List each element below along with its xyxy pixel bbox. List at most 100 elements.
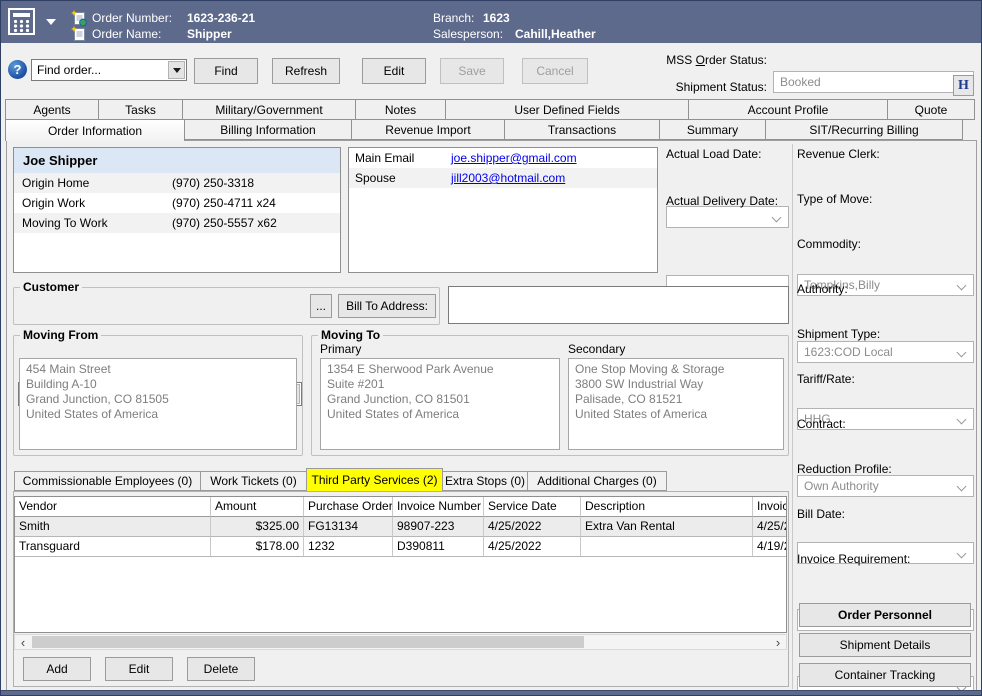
cell-invoice: 4/19/2022 xyxy=(753,537,786,557)
tab-transactions[interactable]: Transactions xyxy=(504,119,660,140)
phone-row[interactable]: Moving To Work (970) 250-5557 x62 xyxy=(14,213,340,233)
help-icon[interactable]: ? xyxy=(8,60,27,79)
contact-name: Joe Shipper xyxy=(14,148,340,173)
scrollbar-thumb[interactable] xyxy=(32,636,584,648)
shipment-status-label: Shipment Status: xyxy=(601,80,767,94)
type-of-move-label: Type of Move: xyxy=(797,192,872,206)
mss-order-status-combo[interactable]: Booked xyxy=(773,71,974,93)
moving-from-group: Moving From 454 Main Street Building A-1… xyxy=(13,335,303,456)
window-bottom-frame xyxy=(1,690,981,695)
tab-summary[interactable]: Summary xyxy=(659,119,766,140)
table-header-row[interactable]: Vendor Amount Purchase Order Invoice Num… xyxy=(15,497,786,517)
delete-button[interactable]: Delete xyxy=(187,657,255,681)
subtab-third-party-services[interactable]: Third Party Services (2) xyxy=(306,468,443,491)
subtab-extra-stops[interactable]: Extra Stops (0) xyxy=(442,471,528,491)
phone-label: Origin Work xyxy=(14,196,172,210)
moving-to-primary-address[interactable]: 1354 E Sherwood Park Avenue Suite #201 G… xyxy=(320,358,560,450)
customer-group-legend: Customer xyxy=(20,280,82,294)
chevron-down-icon xyxy=(957,348,967,358)
moving-to-secondary-label: Secondary xyxy=(568,342,625,356)
app-menu-caret-icon[interactable] xyxy=(46,19,56,25)
add-button[interactable]: Add xyxy=(23,657,91,681)
actual-delivery-date-label: Actual Delivery Date: xyxy=(666,194,778,208)
column-header[interactable]: Service Date xyxy=(484,497,581,517)
authority-combo[interactable]: Own Authority xyxy=(797,475,974,497)
tab-tasks[interactable]: Tasks xyxy=(98,99,183,120)
tab-revenue-import[interactable]: Revenue Import xyxy=(351,119,505,140)
refresh-button[interactable]: Refresh xyxy=(272,58,340,84)
cancel-button[interactable]: Cancel xyxy=(522,58,588,84)
moving-to-group: Moving To Primary 1354 E Sherwood Park A… xyxy=(311,335,789,456)
email-row[interactable]: Spouse jill2003@hotmail.com xyxy=(349,168,657,188)
email-link[interactable]: jill2003@hotmail.com xyxy=(451,171,565,185)
find-order-combo-dropdown-button[interactable] xyxy=(168,61,185,79)
column-header[interactable]: Vendor xyxy=(15,497,211,517)
scroll-left-icon[interactable]: ‹ xyxy=(15,635,31,649)
tab-account-profile[interactable]: Account Profile xyxy=(688,99,888,120)
container-tracking-button[interactable]: Container Tracking xyxy=(799,663,971,687)
tab-order-information[interactable]: Order Information xyxy=(5,119,185,141)
moving-from-address[interactable]: 454 Main Street Building A-10 Grand Junc… xyxy=(19,358,297,450)
email-row[interactable]: Main Email joe.shipper@gmail.com xyxy=(349,148,657,168)
phone-row[interactable]: Origin Work (970) 250-4711 x24 xyxy=(14,193,340,213)
tab-quote[interactable]: Quote xyxy=(887,99,975,120)
find-order-combo[interactable]: Find order... xyxy=(31,59,187,81)
subtab-additional-charges[interactable]: Additional Charges (0) xyxy=(527,471,667,491)
tab-agents[interactable]: Agents xyxy=(5,99,99,120)
column-header[interactable]: Invoice Number xyxy=(393,497,484,517)
table-row[interactable]: Smith $325.00 FG13134 98907-223 4/25/202… xyxy=(15,517,786,537)
subtab-work-tickets[interactable]: Work Tickets (0) xyxy=(200,471,307,491)
authority-label: Authority: xyxy=(797,282,848,296)
invoice-requirement-label: Invoice Requirement: xyxy=(797,552,910,566)
actual-load-date-combo[interactable] xyxy=(666,206,789,228)
order-number-value: 1623-236-21 xyxy=(187,11,255,25)
email-label: Main Email xyxy=(349,151,451,165)
order-personnel-button[interactable]: Order Personnel xyxy=(799,603,971,627)
tab-billing-information[interactable]: Billing Information xyxy=(184,119,352,140)
tab-military-government[interactable]: Military/Government xyxy=(182,99,356,120)
subtab-commissionable-employees[interactable]: Commissionable Employees (0) xyxy=(14,471,201,491)
cell-vendor: Smith xyxy=(15,517,211,537)
tab-sit-recurring-billing[interactable]: SIT/Recurring Billing xyxy=(765,119,963,140)
phone-value: (970) 250-4711 x24 xyxy=(172,196,276,210)
app-menu-button[interactable] xyxy=(7,8,37,41)
shipment-details-button[interactable]: Shipment Details xyxy=(799,633,971,657)
titlebar: Order Number: 1623-236-21 Order Name: Sh… xyxy=(1,1,981,43)
column-header[interactable]: Invoice xyxy=(753,497,786,517)
type-of-move-value: 1623:COD Local xyxy=(804,345,893,359)
edit-row-button[interactable]: Edit xyxy=(105,657,173,681)
scroll-right-icon[interactable]: › xyxy=(770,635,786,649)
edit-button[interactable]: Edit xyxy=(362,58,426,84)
customer-more-button[interactable]: ... xyxy=(310,294,332,318)
phone-label: Moving To Work xyxy=(14,216,172,230)
shipment-status-history-button[interactable]: H xyxy=(953,75,974,96)
cell-vendor: Transguard xyxy=(15,537,211,557)
revenue-clerk-label: Revenue Clerk: xyxy=(797,147,880,161)
tab-row-primary: Order Information Billing Information Re… xyxy=(6,119,963,140)
tab-notes[interactable]: Notes xyxy=(355,99,446,120)
email-link[interactable]: joe.shipper@gmail.com xyxy=(451,151,577,165)
cell-invoice: 4/25/2022 xyxy=(753,517,786,537)
horizontal-scrollbar[interactable]: ‹ › xyxy=(14,634,787,650)
email-panel: Main Email joe.shipper@gmail.com Spouse … xyxy=(348,147,658,273)
column-header[interactable]: Purchase Order xyxy=(304,497,393,517)
bill-to-address-box[interactable] xyxy=(448,286,789,324)
find-button[interactable]: Find xyxy=(194,58,258,84)
column-header[interactable]: Description xyxy=(581,497,753,517)
sidebar-separator xyxy=(792,144,793,689)
subtab-row: Commissionable Employees (0) Work Ticket… xyxy=(15,471,667,491)
tab-user-defined-fields[interactable]: User Defined Fields xyxy=(445,99,689,120)
calculator-icon xyxy=(7,8,37,36)
moving-to-secondary-address[interactable]: One Stop Moving & Storage 3800 SW Indust… xyxy=(568,358,784,450)
column-header[interactable]: Amount xyxy=(211,497,304,517)
save-button[interactable]: Save xyxy=(440,58,504,84)
phone-row[interactable]: Origin Home (970) 250-3318 xyxy=(14,173,340,193)
type-of-move-combo[interactable]: 1623:COD Local xyxy=(797,341,974,363)
cell-invoice-number: 98907-223 xyxy=(393,517,484,537)
bill-to-address-button[interactable]: Bill To Address: xyxy=(338,294,436,318)
chevron-down-icon xyxy=(957,415,967,425)
order-number-icon xyxy=(71,10,87,26)
cell-purchase-order: FG13134 xyxy=(304,517,393,537)
order-name-label: Order Name: xyxy=(92,27,161,41)
table-row[interactable]: Transguard $178.00 1232 D390811 4/25/202… xyxy=(15,537,786,557)
